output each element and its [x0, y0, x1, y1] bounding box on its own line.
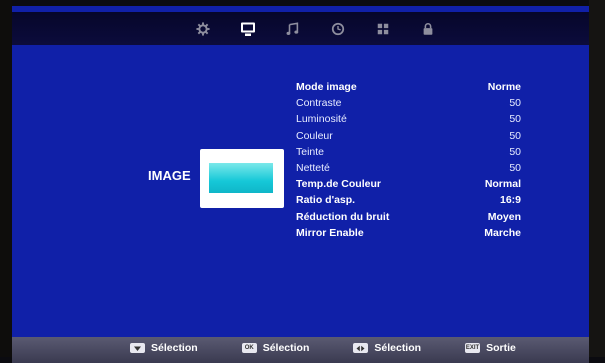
key-hint-bar: Sélection OK Sélection Sélection EXIT So…	[12, 337, 589, 363]
tv-screen: IMAGE Mode image Norme Contraste 50 Lumi…	[12, 6, 589, 363]
menu-item-color-temperature[interactable]: Temp.de Couleur Normal	[296, 178, 531, 194]
picture-thumbnail	[200, 149, 284, 208]
picture-settings-menu: Mode image Norme Contraste 50 Luminosité…	[296, 81, 531, 243]
menu-item-brightness[interactable]: Luminosité 50	[296, 113, 531, 129]
menu-item-value: 50	[509, 129, 521, 142]
menu-item-label: Mode image	[296, 81, 357, 93]
picture-preview-fill	[209, 163, 273, 193]
tab-options[interactable]	[374, 20, 392, 38]
hint-label: Sortie	[486, 342, 516, 354]
tab-time[interactable]	[329, 20, 347, 38]
menu-tab-bar	[12, 12, 589, 45]
menu-item-label: Contraste	[296, 97, 342, 110]
lock-icon	[423, 22, 433, 35]
menu-item-label: Netteté	[296, 161, 330, 174]
hint-label: Sélection	[151, 342, 198, 354]
menu-item-contrast[interactable]: Contraste 50	[296, 97, 531, 113]
hint-label: Sélection	[374, 342, 422, 354]
tab-lock[interactable]	[419, 20, 437, 38]
hint-exit: EXIT Sortie	[465, 342, 516, 354]
menu-item-value: 50	[509, 145, 521, 158]
menu-item-value: Marche	[484, 226, 521, 239]
menu-item-value: 16:9	[499, 194, 521, 207]
grid-icon	[377, 23, 389, 34]
menu-item-label: Mirror Enable	[296, 226, 364, 239]
tab-settings[interactable]	[194, 20, 212, 38]
menu-item-noise-reduction[interactable]: Réduction du bruit Moyen	[296, 211, 531, 227]
menu-item-value: 50	[509, 113, 521, 126]
page-title: IMAGE	[148, 168, 191, 183]
menu-item-label: Réduction du bruit	[296, 210, 390, 223]
menu-item-value: 50	[509, 161, 521, 174]
menu-item-value: Moyen	[487, 210, 521, 223]
menu-item-label: Luminosité	[296, 113, 347, 126]
menu-item-label: Ratio d'asp.	[296, 194, 356, 207]
tab-picture[interactable]	[239, 20, 257, 38]
down-arrow-key-icon	[130, 343, 145, 353]
music-note-icon	[286, 21, 299, 35]
menu-item-picture-mode[interactable]: Mode image Norme	[296, 81, 531, 97]
menu-item-label: Teinte	[296, 145, 325, 158]
menu-item-sharpness[interactable]: Netteté 50	[296, 162, 531, 178]
menu-item-color[interactable]: Couleur 50	[296, 130, 531, 146]
menu-item-tint[interactable]: Teinte 50	[296, 146, 531, 162]
tab-sound[interactable]	[284, 20, 302, 38]
exit-key-icon: EXIT	[465, 343, 481, 353]
left-right-arrow-key-icon	[353, 343, 369, 353]
hint-select-down: Sélection	[130, 342, 198, 354]
hint-label: Sélection	[262, 342, 310, 354]
menu-item-value: Normal	[484, 178, 521, 191]
clock-icon	[331, 22, 345, 35]
tv-bezel-left	[0, 0, 12, 357]
menu-item-aspect-ratio[interactable]: Ratio d'asp. 16:9	[296, 194, 531, 210]
menu-item-label: Couleur	[296, 129, 333, 142]
monitor-icon	[241, 22, 255, 36]
tv-bezel-right	[589, 0, 605, 357]
menu-item-value: Norme	[487, 81, 521, 93]
menu-item-value: 50	[509, 97, 521, 110]
gear-icon	[196, 21, 210, 36]
menu-item-label: Temp.de Couleur	[296, 178, 381, 191]
hint-select-ok: OK Sélection	[241, 342, 310, 354]
hint-select-left-right: Sélection	[353, 342, 421, 354]
menu-item-mirror-enable[interactable]: Mirror Enable Marche	[296, 227, 531, 243]
ok-key-icon: OK	[241, 343, 257, 353]
